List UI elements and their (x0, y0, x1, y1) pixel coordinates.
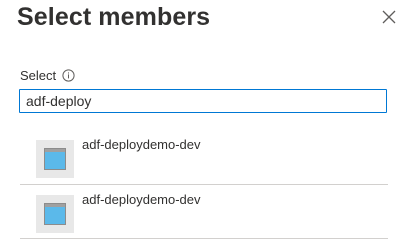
result-name: adf-deploydemo-dev (82, 137, 201, 152)
close-icon (382, 10, 396, 29)
app-registration-icon (36, 140, 74, 178)
list-item[interactable]: adf-deploydemo-dev (20, 185, 388, 239)
member-search-input[interactable] (19, 89, 387, 113)
app-registration-icon (36, 195, 74, 233)
select-field-label: Select (20, 68, 75, 83)
list-item[interactable]: adf-deploydemo-dev (20, 130, 388, 185)
select-label-text: Select (20, 68, 57, 83)
panel-title: Select members (17, 3, 211, 31)
close-button[interactable] (378, 8, 400, 30)
search-results-list: adf-deploydemo-dev adf-deploydemo-dev (20, 130, 388, 239)
result-name: adf-deploydemo-dev (82, 192, 201, 207)
info-icon[interactable] (62, 69, 75, 82)
